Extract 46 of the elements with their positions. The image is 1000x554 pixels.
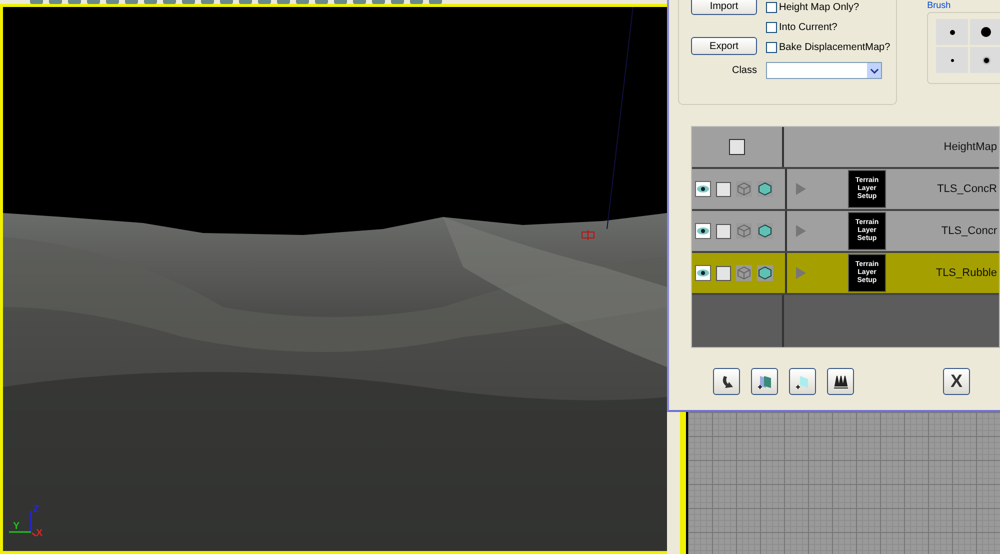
checkbox-label: Bake DisplacementMap? — [779, 42, 890, 53]
eye-icon[interactable] — [695, 265, 711, 281]
marker-icon — [581, 230, 595, 240]
axis-label: Y — [13, 522, 20, 532]
wireframe-cube-icon[interactable] — [736, 181, 752, 197]
add-layers-icon — [756, 374, 772, 390]
brush-label: Brush — [927, 0, 952, 10]
checkbox-label: Height Map Only? — [779, 2, 860, 13]
checkbox[interactable] — [716, 182, 731, 196]
class-label: Class — [730, 65, 757, 76]
checkbox[interactable] — [729, 139, 745, 155]
layer-name: TLS_Rubble — [936, 267, 998, 279]
checkbox[interactable] — [766, 2, 777, 13]
undo-button[interactable] — [713, 368, 740, 395]
brush-small-icon[interactable] — [936, 19, 968, 45]
cube-icon[interactable] — [757, 181, 773, 197]
add-layer-button[interactable] — [789, 368, 816, 395]
add-layer-icon — [794, 374, 810, 390]
wireframe-cube-icon[interactable] — [736, 223, 752, 239]
trees-button[interactable] — [827, 368, 854, 395]
layer-name: TLS_ConcR — [937, 183, 998, 195]
axis-label: X — [36, 529, 43, 539]
checkbox[interactable] — [716, 266, 731, 280]
brush-soft-icon[interactable] — [970, 47, 1000, 73]
cube-icon[interactable] — [757, 223, 773, 239]
play-icon[interactable] — [796, 183, 806, 195]
add-layers-button[interactable] — [751, 368, 778, 395]
cube-icon[interactable] — [757, 265, 773, 281]
brush-large-icon[interactable] — [970, 19, 1000, 45]
wireframe-cube-icon[interactable] — [736, 265, 752, 281]
trees-icon — [832, 374, 848, 390]
checkbox[interactable] — [716, 224, 731, 238]
axis-label: Z — [33, 505, 40, 515]
layer-name: TLS_Concr — [941, 225, 998, 237]
layer-name: HeightMap — [944, 141, 998, 153]
play-icon[interactable] — [796, 267, 806, 279]
checkbox[interactable] — [766, 22, 777, 33]
play-icon[interactable] — [796, 225, 806, 237]
eye-icon[interactable] — [695, 223, 711, 239]
checkbox[interactable] — [766, 42, 777, 53]
eye-icon[interactable] — [695, 181, 711, 197]
checkbox-label: Into Current? — [779, 22, 838, 33]
export-button[interactable]: Export — [691, 37, 757, 55]
close-button[interactable]: X — [943, 368, 970, 395]
class-dropdown[interactable] — [766, 62, 882, 79]
import-button[interactable]: Import — [691, 0, 757, 15]
